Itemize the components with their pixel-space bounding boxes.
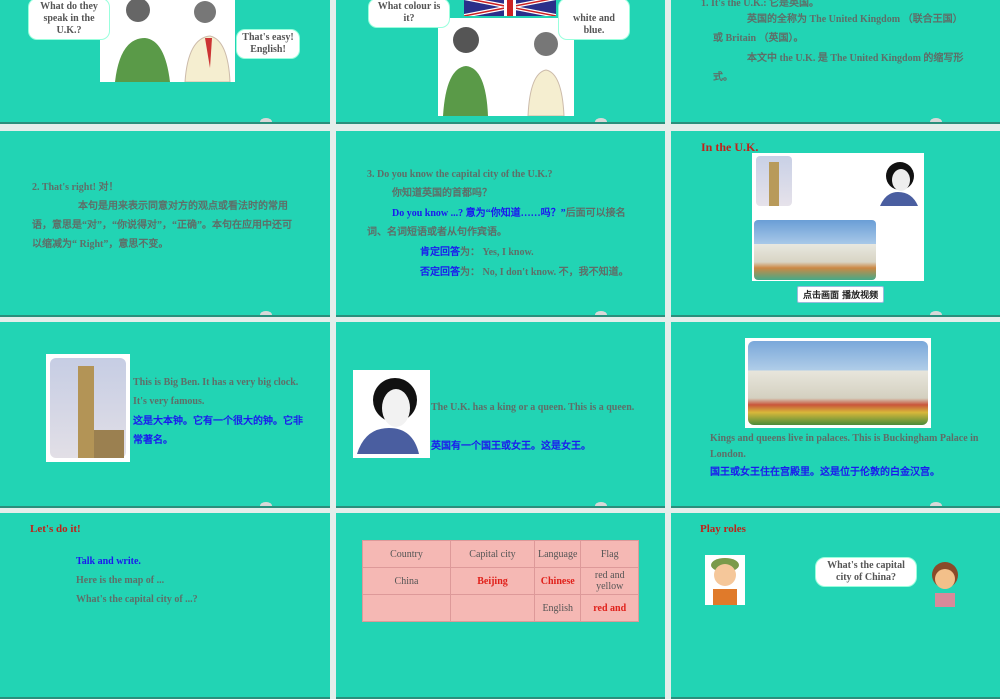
speech-bubble: white and blue. [558, 0, 630, 40]
slide-thumbnail-11[interactable]: Country Capital city Language Flag China… [336, 513, 665, 699]
boy-illustration [705, 555, 745, 605]
slide-thumbnail-7[interactable]: This is Big Ben. It has a very big clock… [0, 322, 330, 508]
play-video-button[interactable]: 点击画面 播放视频 [797, 286, 885, 303]
caption-chinese: 英国有一个国王或女王。这是女王。 [431, 441, 591, 452]
note-paragraph: Do you know ...? 意为“你知道……吗？”后面可以接名词、名词短语… [367, 204, 635, 242]
slide-thumbnail-8[interactable]: The U.K. has a king or a queen. This is … [336, 322, 665, 508]
note-heading: 2. That's right! 对！ [32, 182, 119, 193]
slide-marker [595, 118, 607, 122]
table-header: Language [533, 540, 582, 568]
slide-title: In the U.K. [701, 140, 759, 154]
queen-portrait [353, 370, 430, 458]
highlight-text: Do you know ...? 意为“你知道……吗？” [392, 208, 566, 219]
slide-thumbnail-4[interactable]: 2. That's right! 对！ 本句是用来表示同意对方的观点或看法时的常… [0, 131, 330, 317]
table-cell: Chinese [533, 567, 582, 595]
union-jack-flag [463, 0, 557, 18]
speech-bubble: What do they speak in the U.K.? [28, 0, 110, 40]
speech-bubble: That's easy! English! [236, 29, 300, 59]
table-cell: red and [580, 594, 639, 622]
slide-thumbnail-1[interactable]: What do they speak in the U.K.? That's e… [0, 0, 330, 124]
highlight-text: 否定回答 [420, 267, 460, 278]
slide-thumbnail-9[interactable]: Kings and queens live in palaces. This i… [671, 322, 1000, 508]
table-header: Capital city [450, 540, 535, 568]
big-ben-photo [46, 354, 130, 462]
country-table: Country Capital city Language Flag China… [362, 540, 639, 622]
big-ben-photo [756, 156, 792, 206]
table-row: China Beijing Chinese red and yellow [362, 567, 639, 595]
caption-english: Kings and queens live in palaces. This i… [710, 433, 979, 460]
slide-thumbnail-3[interactable]: 1. It's the U.K.: 它是英国。 英国的全称为 The Unite… [671, 0, 1000, 124]
caption-chinese: 国王或女王住在宫殿里。这是位于伦敦的白金汉宫。 [710, 467, 940, 478]
slide-thumbnail-10[interactable]: Let's do it! Talk and write. Here is the… [0, 513, 330, 699]
note-paragraph: 本句是用来表示同意对方的观点或看法时的常用语，意思是“对”，“你说得对”，“正确… [32, 201, 292, 250]
slide-marker [260, 118, 272, 122]
children-illustration [438, 18, 574, 117]
table-cell: China [362, 567, 451, 595]
note-line: 你知道英国的首都吗？ [392, 188, 492, 199]
slide-marker [930, 502, 942, 506]
slide-marker [930, 311, 942, 315]
slide-thumbnail-12[interactable]: Play roles What's the capital city of Ch… [671, 513, 1000, 699]
note-heading: 3. Do you know the capital city of the U… [367, 169, 553, 180]
note-line: 否定回答为： No, I don't know. 不，我不知道。 [367, 263, 635, 282]
table-header: Flag [580, 540, 639, 568]
note-paragraph: 本文中 the U.K. 是 The United Kingdom 的缩写形式。 [713, 53, 964, 83]
caption-english: The U.K. has a king or a queen. This is … [431, 402, 635, 413]
activity-subtitle: Talk and write. [76, 556, 141, 567]
slide-title: Play roles [700, 523, 746, 535]
table-header: Country [362, 540, 451, 568]
note-line: 肯定回答为： Yes, I know. [420, 243, 534, 262]
slide-thumbnail-2[interactable]: What colour is it? white and blue. [336, 0, 665, 124]
note-text: 为： Yes, I know. [460, 247, 534, 258]
slide-marker [595, 502, 607, 506]
slide-marker [595, 311, 607, 315]
table-cell: red and yellow [580, 567, 639, 595]
note-text: 为： No, I don't know. 不，我不知道。 [460, 267, 629, 278]
queen-portrait [876, 156, 920, 206]
table-cell [362, 594, 451, 622]
caption-english: This is Big Ben. It has a very big clock… [133, 377, 299, 407]
buckingham-palace-photo [745, 338, 931, 428]
table-cell [450, 594, 535, 622]
speech-bubble: What colour is it? [368, 0, 450, 28]
caption-chinese: 这是大本钟。它有一个很大的钟。它非常著名。 [133, 416, 303, 446]
slide-thumbnail-6[interactable]: In the U.K. 点击画面 播放视频 [671, 131, 1000, 317]
prompt-line: Here is the map of ... [76, 575, 165, 586]
image-collage [752, 153, 924, 281]
children-illustration [100, 0, 235, 83]
table-row: English red and [362, 594, 639, 622]
slide-marker [930, 118, 942, 122]
table-header-row: Country Capital city Language Flag [362, 540, 639, 568]
table-cell: Beijing [450, 567, 535, 595]
note-paragraph: 英国的全称为 The United Kingdom （联合王国）或 Britai… [713, 14, 963, 44]
slide-marker [260, 311, 272, 315]
buckingham-palace-photo [754, 220, 876, 280]
slide-thumbnail-5[interactable]: 3. Do you know the capital city of the U… [336, 131, 665, 317]
highlight-text: 肯定回答 [420, 247, 460, 258]
speech-bubble: What's the capital city of China? [815, 557, 917, 587]
slide-title: Let's do it! [30, 523, 81, 535]
table-cell: English [533, 594, 582, 622]
slide-marker [260, 502, 272, 506]
